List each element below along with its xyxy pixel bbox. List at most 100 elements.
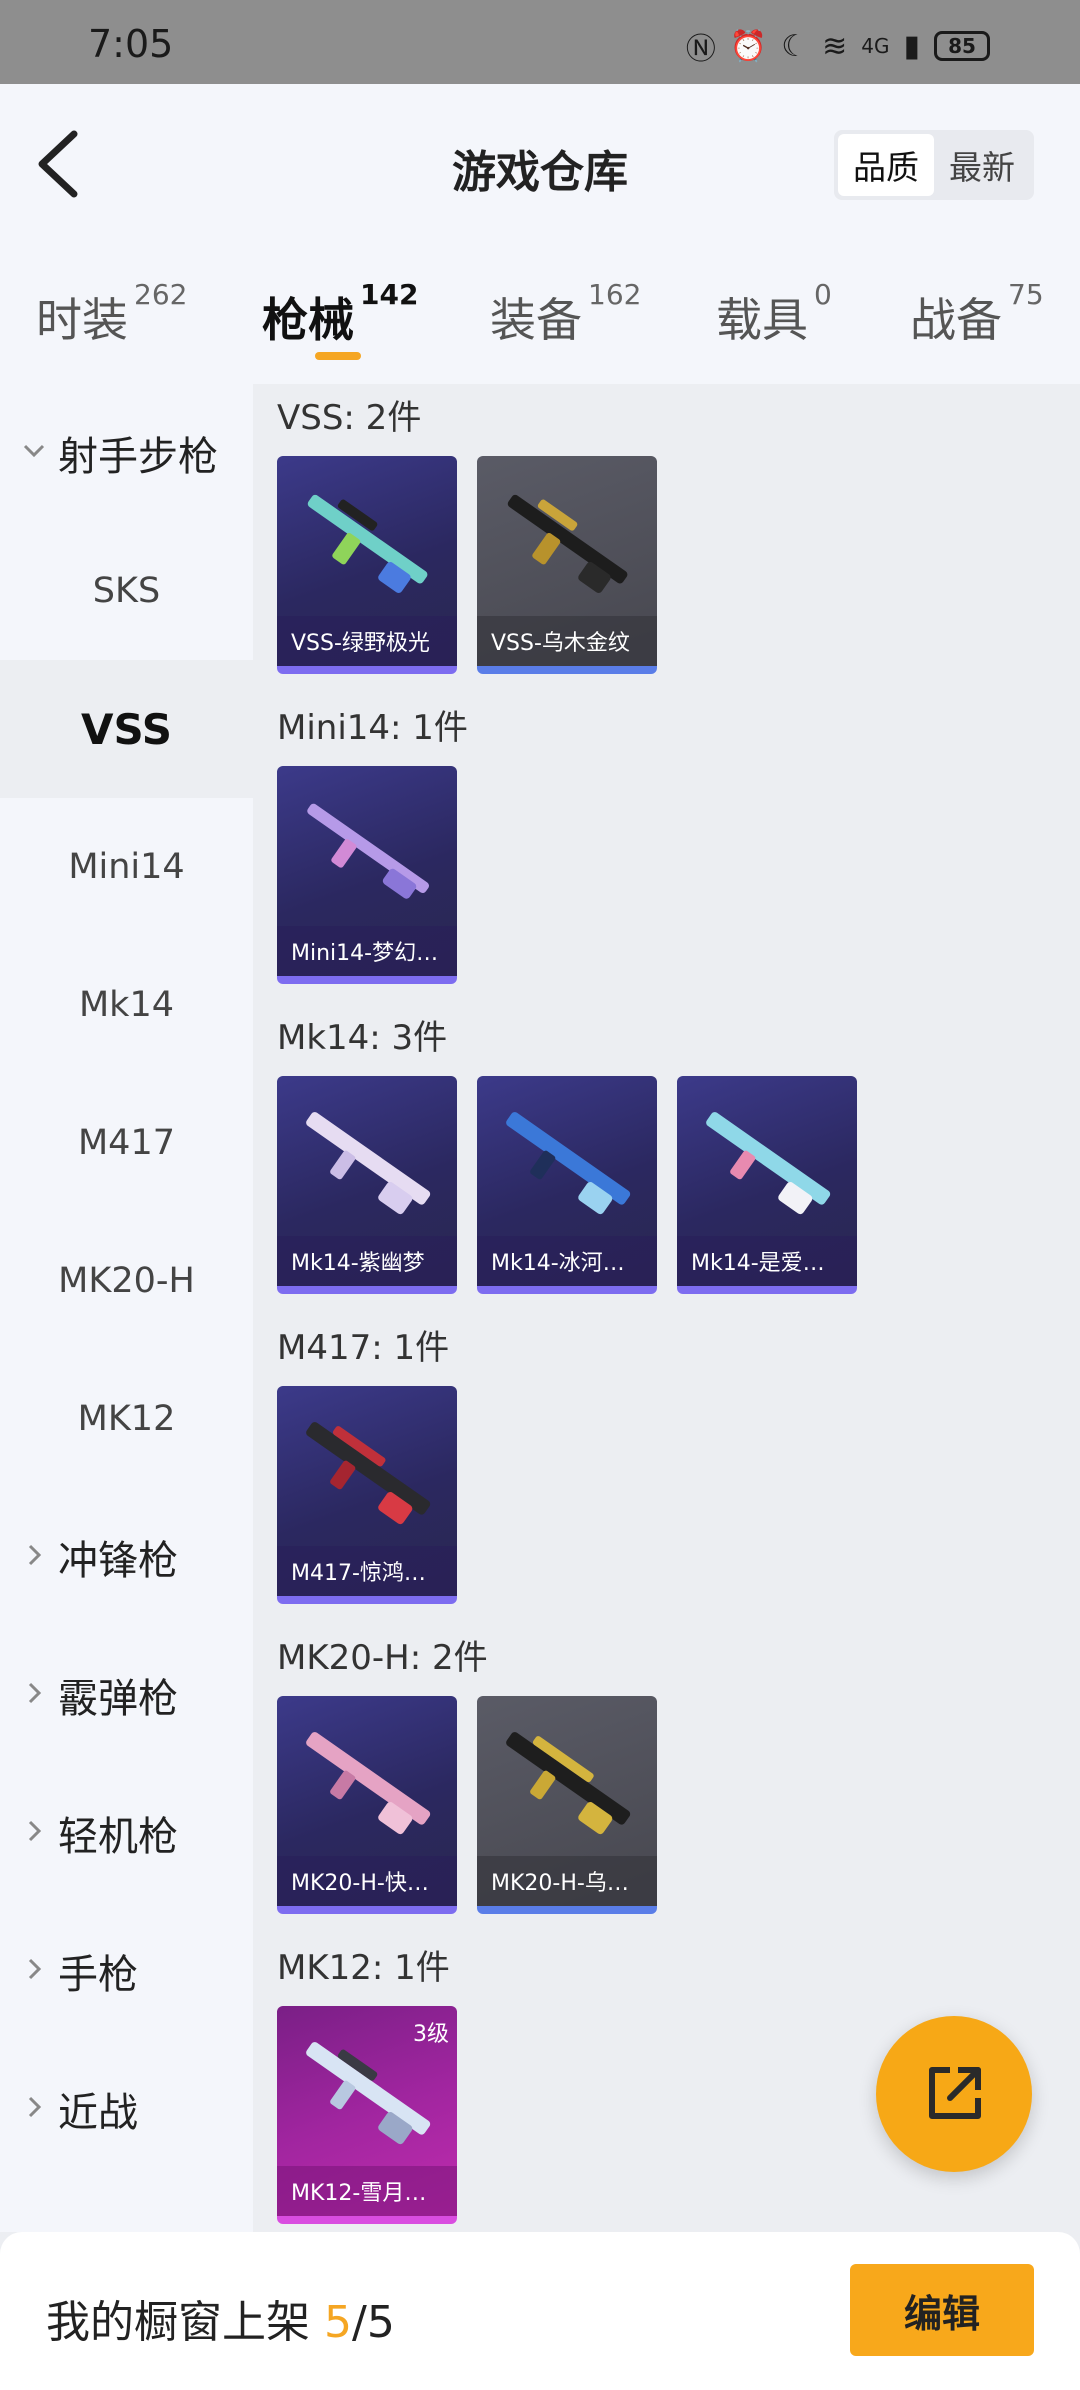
skin-card[interactable]: Mk14-冰河… <box>477 1076 657 1294</box>
rifle-icon <box>306 1112 431 1215</box>
sidebar-item-mk20h[interactable]: MK20-H <box>0 1212 253 1350</box>
tab-fashion[interactable]: 时装 262 <box>36 278 187 350</box>
external-link-icon <box>929 2067 981 2119</box>
skin-card[interactable]: MK20-H-乌… <box>477 1696 657 1914</box>
section-title: VSS: 2件 <box>277 398 422 438</box>
tab-guns[interactable]: 枪械 142 <box>262 278 418 350</box>
category-tabs: 时装 262 枪械 142 装备 162 载具 0 战备 75 <box>0 244 1080 384</box>
skin-card-label: MK20-H-乌… <box>477 1856 657 1906</box>
skin-card[interactable]: 3级 MK12-雪月… <box>277 2006 457 2224</box>
skin-card[interactable]: Mk14-紫幽梦 <box>277 1076 457 1294</box>
skin-card-label: MK20-H-快… <box>277 1856 457 1906</box>
rifle-icon <box>306 2042 431 2145</box>
chevron-right-icon <box>28 1544 42 1566</box>
header: 游戏仓库 品质 最新 <box>0 84 1080 244</box>
rifle-icon <box>506 1732 631 1835</box>
sidebar-group-smg[interactable]: 冲锋枪 <box>0 1488 253 1626</box>
nfc-icon: Ⓝ <box>685 32 716 67</box>
skin-card[interactable]: VSS-绿野极光 <box>277 456 457 674</box>
moon-icon: ☾ <box>781 28 809 64</box>
chevron-right-icon <box>28 1820 42 1842</box>
skin-card[interactable]: MK20-H-快… <box>277 1696 457 1914</box>
sidebar-item-mk14[interactable]: Mk14 <box>0 936 253 1074</box>
sidebar-item-mini14[interactable]: Mini14 <box>0 798 253 936</box>
rifle-icon <box>507 494 628 593</box>
alarm-icon: ⏰ <box>729 28 768 64</box>
sort-latest-button[interactable]: 最新 <box>934 134 1030 196</box>
chevron-right-icon <box>28 2096 42 2118</box>
sidebar-group-label: 射手步枪 <box>58 434 218 480</box>
skin-card-label: Mini14-梦幻… <box>277 926 457 976</box>
rifle-icon <box>307 494 428 593</box>
skin-card[interactable]: VSS-乌木金纹 <box>477 456 657 674</box>
status-bar: 7:05 Ⓝ ⏰ ☾ ≋ 4G ▮ 85 <box>0 0 1080 84</box>
status-time: 7:05 <box>88 22 174 66</box>
sidebar-group-marksman-rifles[interactable]: 射手步枪 <box>0 384 253 522</box>
signal-icon: 4G <box>861 34 890 58</box>
tab-count: 262 <box>134 278 188 311</box>
section-title: Mk14: 3件 <box>277 1018 448 1058</box>
sidebar-group-label: 轻机枪 <box>58 1814 178 1860</box>
section-title: MK20-H: 2件 <box>277 1638 488 1678</box>
tab-label: 装备 <box>490 293 582 347</box>
showcase-total: /5 <box>352 2297 395 2348</box>
skin-card-label: VSS-绿野极光 <box>277 616 457 666</box>
edit-button[interactable]: 编辑 <box>850 2264 1034 2356</box>
sort-quality-button[interactable]: 品质 <box>838 134 934 196</box>
showcase-label: 我的橱窗上架 <box>46 2297 310 2348</box>
tab-label: 载具 <box>716 293 808 347</box>
tab-label: 时装 <box>36 293 128 347</box>
skin-card-label: Mk14-是爱… <box>677 1236 857 1286</box>
sidebar-group-lmg[interactable]: 轻机枪 <box>0 1764 253 1902</box>
sort-toggle: 品质 最新 <box>834 130 1034 200</box>
sidebar-item-vss[interactable]: VSS <box>0 660 253 798</box>
battery-indicator: 85 <box>934 31 990 61</box>
section-title: Mini14: 1件 <box>277 708 468 748</box>
tab-vehicles[interactable]: 载具 0 <box>716 278 832 350</box>
rifle-icon <box>306 1422 431 1525</box>
wifi-icon: ≋ <box>822 28 848 64</box>
showcase-status: 我的橱窗上架 5/5 <box>46 2286 395 2350</box>
share-button[interactable] <box>876 2016 1032 2172</box>
skin-card-label: Mk14-紫幽梦 <box>277 1236 457 1286</box>
tab-count: 162 <box>588 278 642 311</box>
skin-card-label: M417-惊鸿… <box>277 1546 457 1596</box>
skin-card-label: Mk14-冰河… <box>477 1236 657 1286</box>
sidebar-item-sks[interactable]: SKS <box>0 522 253 660</box>
sidebar-item-mk12[interactable]: MK12 <box>0 1350 253 1488</box>
rifle-icon <box>307 803 429 899</box>
sidebar-group-label: 冲锋枪 <box>58 1538 178 1584</box>
weapon-skin-list: VSS: 2件 VSS-绿野极光 VSS-乌木金纹 Mini14: 1件 Min… <box>253 384 1080 2232</box>
sidebar-group-melee[interactable]: 近战 <box>0 2040 253 2178</box>
rifle-icon <box>506 1112 631 1215</box>
rifle-icon <box>706 1112 831 1215</box>
tab-equipment[interactable]: 装备 162 <box>490 278 641 350</box>
sidebar-group-label: 霰弹枪 <box>58 1676 178 1722</box>
status-icons: Ⓝ ⏰ ☾ ≋ 4G ▮ 85 <box>686 24 990 68</box>
tab-count: 142 <box>360 278 419 311</box>
sidebar-group-label: 手枪 <box>58 1952 138 1998</box>
sidebar-group-pistol[interactable]: 手枪 <box>0 1902 253 2040</box>
section-title: M417: 1件 <box>277 1328 450 1368</box>
bottom-bar: 我的橱窗上架 5/5 编辑 <box>0 2232 1080 2390</box>
section-title: MK12: 1件 <box>277 1948 450 1988</box>
active-tab-indicator <box>315 352 361 360</box>
weapon-type-sidebar: 射手步枪 SKS VSS Mini14 Mk14 M417 MK20-H MK1… <box>0 384 253 2232</box>
tab-count: 0 <box>814 278 832 311</box>
skin-card[interactable]: Mk14-是爱… <box>677 1076 857 1294</box>
sidebar-item-m417[interactable]: M417 <box>0 1074 253 1212</box>
skin-card-label: VSS-乌木金纹 <box>477 616 657 666</box>
skin-card[interactable]: M417-惊鸿… <box>277 1386 457 1604</box>
tab-label: 枪械 <box>262 293 354 347</box>
skin-card-label: MK12-雪月… <box>277 2166 457 2216</box>
signal-icon: ▮ <box>903 28 920 64</box>
skin-card[interactable]: Mini14-梦幻… <box>277 766 457 984</box>
tab-supplies[interactable]: 战备 75 <box>910 278 1044 350</box>
sidebar-group-label: 近战 <box>58 2090 138 2136</box>
sidebar-group-shotgun[interactable]: 霰弹枪 <box>0 1626 253 1764</box>
chevron-right-icon <box>28 1682 42 1704</box>
chevron-down-icon <box>23 444 45 458</box>
showcase-current: 5 <box>324 2297 352 2348</box>
tab-count: 75 <box>1008 278 1044 311</box>
chevron-right-icon <box>28 1958 42 1980</box>
